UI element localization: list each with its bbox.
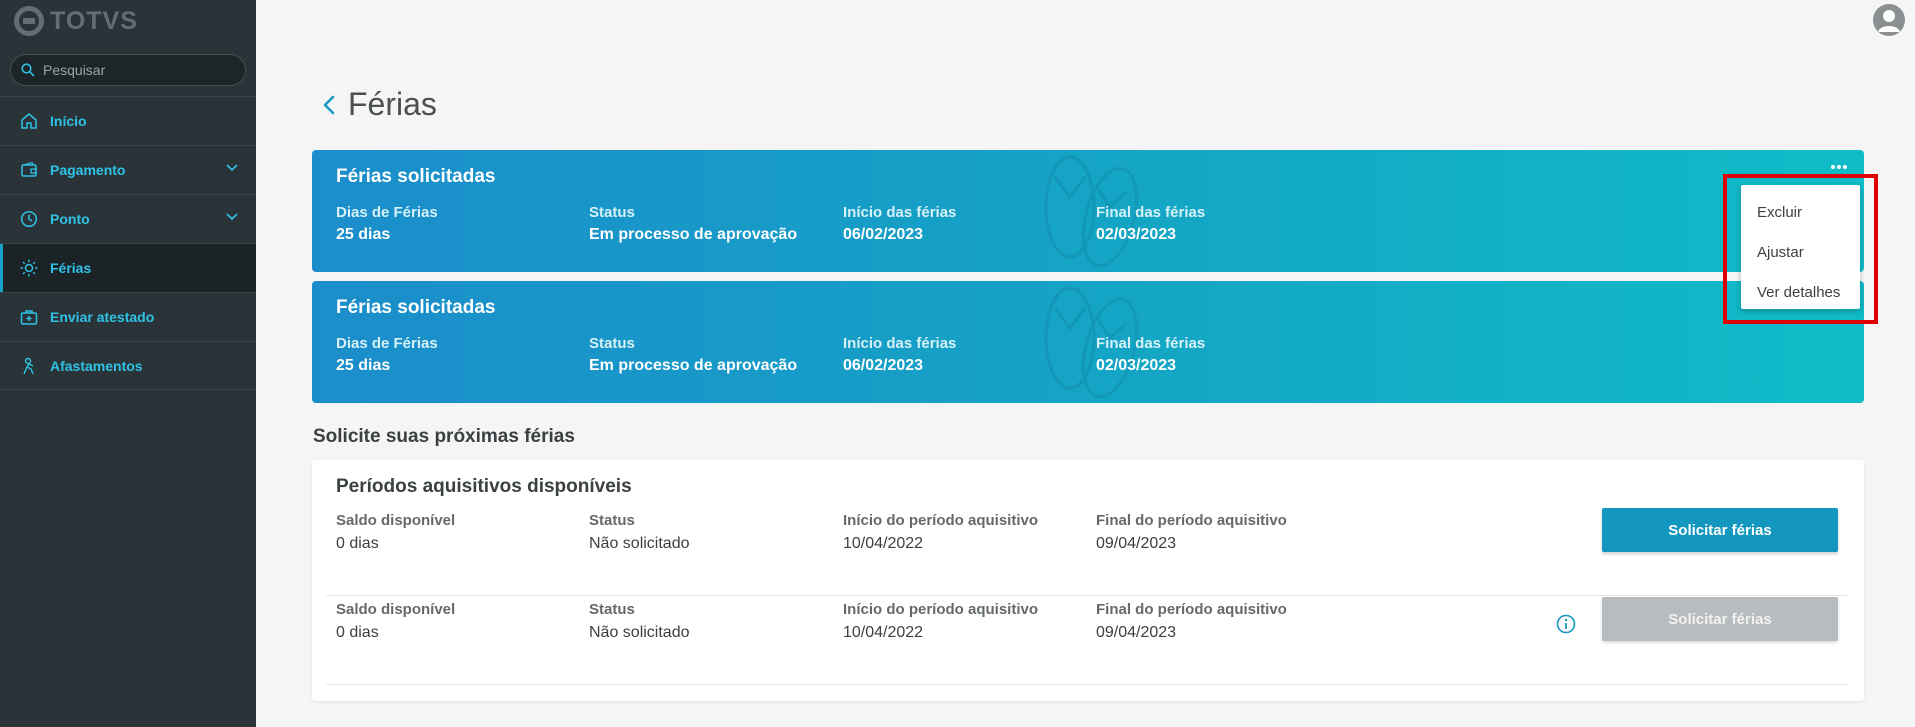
field-label: Saldo disponível bbox=[336, 601, 456, 618]
totvs-logo[interactable]: TOTVS bbox=[14, 4, 138, 38]
sun-icon bbox=[20, 259, 38, 277]
field-label: Final das férias bbox=[1096, 335, 1206, 352]
field-value: Em processo de aprovação bbox=[589, 226, 798, 243]
info-icon[interactable] bbox=[1556, 614, 1576, 634]
field-label: Início do período aquisitivo bbox=[843, 512, 1039, 529]
period-start-field: Início do período aquisitivo 10/04/2022 bbox=[843, 601, 1038, 642]
vacation-card-title: Férias solicitadas bbox=[336, 297, 496, 318]
sidebar-item-label: Enviar atestado bbox=[50, 309, 155, 325]
field-value: 25 dias bbox=[336, 226, 391, 243]
person-walk-icon bbox=[23, 357, 34, 374]
field-label: Final das férias bbox=[1096, 204, 1206, 221]
field-label: Saldo disponível bbox=[336, 512, 456, 529]
sidebar-item-label: Afastamentos bbox=[50, 357, 143, 374]
acquisition-periods-card: Períodos aquisitivos disponíveis Saldo d… bbox=[312, 460, 1864, 701]
totvs-logo-icon bbox=[14, 6, 44, 36]
user-avatar[interactable] bbox=[1873, 4, 1905, 36]
more-options-icon[interactable] bbox=[1830, 164, 1848, 170]
period-end-field: Final do período aquisitivo 09/04/2023 bbox=[1096, 512, 1287, 553]
request-vacation-button-disabled[interactable]: Solicitar férias bbox=[1602, 597, 1838, 641]
card-options-menu: Excluir Ajustar Ver detalhes bbox=[1741, 185, 1860, 309]
menu-item-ver-detalhes[interactable]: Ver detalhes bbox=[1741, 272, 1860, 312]
sidebar: TOTVS Início Pagamento bbox=[0, 0, 256, 727]
balance-field: Saldo disponível 0 dias bbox=[336, 601, 455, 642]
field-value: 02/03/2023 bbox=[1096, 357, 1177, 374]
field-value: 09/04/2023 bbox=[1096, 535, 1177, 552]
section-title: Solicite suas próximas férias bbox=[313, 426, 575, 447]
field-value: 06/02/2023 bbox=[843, 357, 924, 374]
wallet-icon bbox=[21, 161, 37, 177]
chevron-down-icon[interactable] bbox=[226, 213, 238, 221]
field-label: Início do período aquisitivo bbox=[843, 601, 1039, 618]
vacation-card-title: Férias solicitadas bbox=[336, 166, 496, 187]
sidebar-item-ponto[interactable]: Ponto bbox=[0, 194, 256, 243]
clock-icon bbox=[20, 210, 38, 228]
logo-text: TOTVS bbox=[50, 6, 138, 35]
vacation-status-field: Status Em processo de aprovação bbox=[589, 335, 797, 375]
period-end-field: Final do período aquisitivo 09/04/2023 bbox=[1096, 601, 1287, 642]
search-box bbox=[10, 54, 246, 86]
sidebar-item-label: Férias bbox=[50, 260, 92, 276]
vacation-start-field: Início das férias 06/02/2023 bbox=[843, 335, 956, 375]
vacation-end-field: Final das férias 02/03/2023 bbox=[1096, 204, 1205, 244]
status-field: Status Não solicitado bbox=[589, 512, 690, 553]
sidebar-item-inicio[interactable]: Início bbox=[0, 96, 256, 145]
field-value: 02/03/2023 bbox=[1096, 226, 1177, 243]
field-label: Status bbox=[589, 335, 635, 352]
field-label: Status bbox=[589, 512, 635, 529]
period-row: Saldo disponível 0 dias Status Não solic… bbox=[326, 508, 1848, 596]
field-value: 0 dias bbox=[336, 624, 379, 641]
periods-title: Períodos aquisitivos disponíveis bbox=[336, 476, 632, 497]
sidebar-nav: Início Pagamento Ponto Férias Enviar ate… bbox=[0, 96, 256, 390]
vacation-days-field: Dias de Férias 25 dias bbox=[336, 204, 438, 244]
field-label: Início das férias bbox=[843, 204, 957, 221]
field-value: 09/04/2023 bbox=[1096, 624, 1177, 641]
field-label: Dias de Férias bbox=[336, 335, 438, 352]
field-label: Início das férias bbox=[843, 335, 957, 352]
sidebar-item-afastamentos[interactable]: Afastamentos bbox=[0, 341, 256, 390]
user-icon bbox=[1878, 10, 1900, 32]
field-label: Final do período aquisitivo bbox=[1096, 601, 1287, 618]
field-value: 10/04/2022 bbox=[843, 624, 924, 641]
period-start-field: Início do período aquisitivo 10/04/2022 bbox=[843, 512, 1038, 553]
sidebar-item-label: Início bbox=[50, 113, 87, 129]
field-value: 0 dias bbox=[336, 535, 379, 552]
field-label: Dias de Férias bbox=[336, 204, 438, 221]
field-value: Não solicitado bbox=[589, 624, 690, 641]
field-value: 25 dias bbox=[336, 357, 391, 374]
search-input[interactable] bbox=[43, 62, 233, 78]
home-icon bbox=[21, 113, 37, 129]
field-label: Status bbox=[589, 601, 635, 618]
request-vacation-button[interactable]: Solicitar férias bbox=[1602, 508, 1838, 552]
back-arrow-icon[interactable] bbox=[322, 94, 336, 116]
field-label: Final do período aquisitivo bbox=[1096, 512, 1287, 529]
sidebar-item-pagamento[interactable]: Pagamento bbox=[0, 145, 256, 194]
sidebar-item-ferias[interactable]: Férias bbox=[0, 243, 256, 292]
balance-field: Saldo disponível 0 dias bbox=[336, 512, 455, 553]
field-value: 06/02/2023 bbox=[843, 226, 924, 243]
page-title: Férias bbox=[348, 86, 437, 122]
page-header: Férias bbox=[322, 86, 437, 123]
chevron-down-icon[interactable] bbox=[226, 164, 238, 172]
field-label: Status bbox=[589, 204, 635, 221]
sidebar-item-label: Ponto bbox=[50, 211, 90, 227]
search-icon bbox=[21, 63, 35, 77]
field-value: 10/04/2022 bbox=[843, 535, 924, 552]
menu-item-ajustar[interactable]: Ajustar bbox=[1741, 232, 1860, 272]
field-value: Não solicitado bbox=[589, 535, 690, 552]
period-row: Saldo disponível 0 dias Status Não solic… bbox=[326, 597, 1848, 685]
vacation-status-field: Status Em processo de aprovação bbox=[589, 204, 797, 244]
vacation-start-field: Início das férias 06/02/2023 bbox=[843, 204, 956, 244]
vacation-days-field: Dias de Férias 25 dias bbox=[336, 335, 438, 375]
status-field: Status Não solicitado bbox=[589, 601, 690, 642]
field-value: Em processo de aprovação bbox=[589, 357, 798, 374]
vacation-request-card: Férias solicitadas Dias de Férias 25 dia… bbox=[312, 150, 1864, 272]
menu-item-excluir[interactable]: Excluir bbox=[1741, 192, 1860, 232]
vacation-end-field: Final das férias 02/03/2023 bbox=[1096, 335, 1205, 375]
sidebar-item-label: Pagamento bbox=[50, 162, 126, 178]
vacation-request-card: Férias solicitadas Dias de Férias 25 dia… bbox=[312, 281, 1864, 403]
medical-kit-icon bbox=[20, 310, 38, 325]
sidebar-item-enviar-atestado[interactable]: Enviar atestado bbox=[0, 292, 256, 341]
